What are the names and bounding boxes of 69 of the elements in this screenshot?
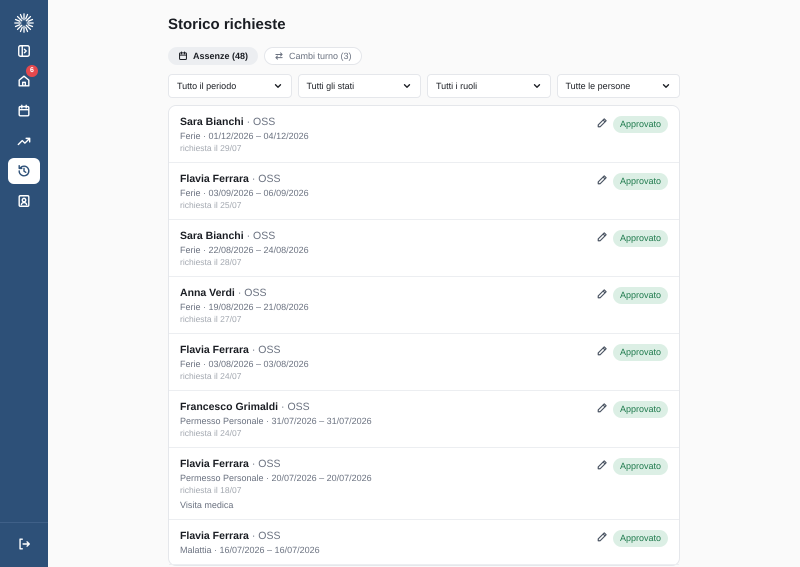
chevron-down-icon: [532, 81, 542, 91]
person-role: · OSS: [252, 344, 280, 356]
swap-icon: [274, 51, 284, 61]
logout-icon: [17, 537, 31, 551]
request-date: richiesta il 27/07: [180, 313, 242, 325]
status-badge: Approvato: [612, 173, 668, 190]
person-name: Flavia Ferrara: [180, 530, 249, 542]
status-badge: Approvato: [612, 230, 668, 247]
edit-pencil-icon[interactable]: [596, 345, 608, 357]
request-detail: Ferie · 03/09/2026 – 06/09/2026: [180, 187, 309, 199]
person-role: · OSS: [238, 287, 266, 299]
request-note: Visita medica: [180, 499, 234, 511]
person-role: · OSS: [252, 458, 280, 470]
person-name: Flavia Ferrara: [180, 344, 249, 356]
request-date: richiesta il 28/07: [180, 256, 242, 268]
person-role: · OSS: [252, 173, 280, 185]
chevron-down-icon: [272, 81, 282, 91]
edit-pencil-icon[interactable]: [596, 531, 608, 543]
person-role: · OSS: [252, 530, 280, 542]
request-detail: Ferie · 01/12/2026 – 04/12/2026: [180, 130, 309, 142]
calendar-icon: [17, 104, 31, 118]
page-title: Storico richieste: [168, 16, 287, 34]
request-detail: Malattia · 16/07/2026 – 16/07/2026: [180, 544, 320, 556]
request-date: richiesta il 24/07: [180, 370, 242, 382]
calendar-icon: [178, 51, 188, 61]
sunburst-logo-icon: [13, 12, 35, 34]
person-name: Sara Bianchi: [180, 116, 244, 128]
status-badge: Approvato: [612, 530, 668, 547]
edit-pencil-icon[interactable]: [596, 288, 608, 300]
edit-pencil-icon[interactable]: [596, 231, 608, 243]
person-name: Francesco Grimaldi: [180, 401, 278, 413]
contact-icon: [17, 194, 31, 208]
status-badge: Approvato: [612, 458, 668, 475]
status-badge: Approvato: [612, 344, 668, 361]
filter-dropdown[interactable]: Tutti gli stati: [298, 74, 421, 98]
history-icon: [17, 164, 31, 178]
request-date: richiesta il 29/07: [180, 142, 242, 154]
status-badge: Approvato: [612, 116, 668, 133]
request-detail: Permesso Personale · 31/07/2026 – 31/07/2026: [180, 415, 372, 427]
filter-dropdown[interactable]: Tutti i ruoli: [427, 74, 550, 98]
edit-pencil-icon[interactable]: [596, 402, 608, 414]
request-date: richiesta il 24/07: [180, 427, 242, 439]
person-name: Anna Verdi: [180, 287, 235, 299]
chevron-down-icon: [402, 81, 412, 91]
request-detail: Ferie · 22/08/2026 – 24/08/2026: [180, 244, 309, 256]
request-detail: Permesso Personale · 20/07/2026 – 20/07/2026: [180, 472, 372, 484]
tab[interactable]: Cambi turno (3): [264, 47, 362, 65]
panel-icon: [17, 44, 31, 58]
filter-dropdown[interactable]: Tutte le persone: [556, 74, 680, 98]
status-badge: Approvato: [612, 287, 668, 304]
person-role: · OSS: [246, 116, 276, 128]
edit-pencil-icon[interactable]: [596, 174, 608, 186]
person-name: Flavia Ferrara: [180, 458, 249, 470]
person-name: Sara Bianchi: [180, 230, 244, 242]
edit-pencil-icon[interactable]: [596, 117, 608, 129]
chevron-down-icon: [661, 81, 671, 91]
person-role: · OSS: [281, 401, 310, 413]
request-date: richiesta il 25/07: [180, 199, 242, 211]
person-role: · OSS: [246, 230, 276, 242]
filter-dropdown[interactable]: Tutto il periodo: [168, 74, 292, 98]
home-icon: [17, 74, 31, 88]
status-badge: Approvato: [612, 401, 668, 418]
person-name: Flavia Ferrara: [180, 173, 249, 185]
request-date: richiesta il 18/07: [180, 484, 242, 496]
tab[interactable]: Assenze (48): [168, 47, 258, 65]
request-detail: Ferie · 19/08/2026 – 21/08/2026: [180, 301, 309, 313]
request-detail: Ferie · 03/08/2026 – 03/08/2026: [180, 358, 309, 370]
nav-item[interactable]: [8, 158, 40, 184]
edit-pencil-icon[interactable]: [596, 459, 608, 471]
